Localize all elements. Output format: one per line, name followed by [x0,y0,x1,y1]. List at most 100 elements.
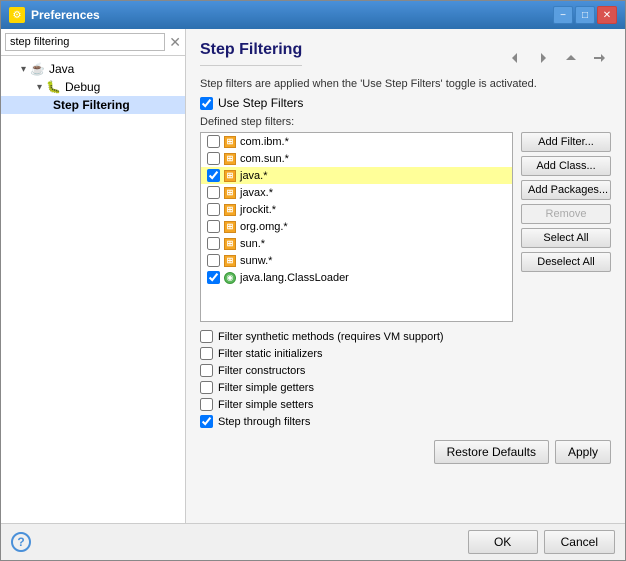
package-icon: ⊞ [224,220,236,233]
use-filters-label: Use Step Filters [218,96,303,110]
sidebar-item-debug[interactable]: ▾ 🐛 Debug [1,78,185,96]
footer: ? OK Cancel [1,523,625,560]
option-label: Filter simple setters [218,399,313,411]
filter-label: sunw.* [240,255,272,267]
panel-title: Step Filtering [200,41,302,66]
option-checkbox[interactable] [200,364,213,377]
help-button[interactable]: ? [11,532,31,552]
deselect-all-button[interactable]: Deselect All [521,252,611,272]
filter-list: ⊞ com.ibm.* ⊞ com.sun.* ⊞ java.* ⊞ javax.* ⊞ jroc… [200,132,513,322]
forward-button[interactable] [531,47,555,69]
maximize-button[interactable]: □ [575,6,595,24]
menu-button[interactable] [587,47,611,69]
filter-checkbox[interactable] [207,237,220,250]
filter-checkbox[interactable] [207,152,220,165]
filter-label: org.omg.* [240,221,288,233]
package-icon: ⊞ [224,237,236,250]
main-panel: Step Filtering Step filters [186,29,625,523]
package-icon: ⊞ [224,186,236,199]
footer-buttons: OK Cancel [468,530,615,554]
option-checkbox[interactable] [200,330,213,343]
filter-item: ⊞ org.omg.* [201,218,512,235]
filter-checkbox[interactable] [207,135,220,148]
filter-checkbox[interactable] [207,220,220,233]
option-label: Filter synthetic methods (requires VM su… [218,331,444,343]
restore-defaults-button[interactable]: Restore Defaults [434,440,549,464]
filter-checkbox[interactable] [207,203,220,216]
up-button[interactable] [559,47,583,69]
sidebar-item-java[interactable]: ▾ ☕ Java [1,60,185,78]
filter-label: java.lang.ClassLoader [240,272,349,284]
folder-icon: ☕ [30,62,45,76]
filter-item: ⊞ sunw.* [201,252,512,269]
sidebar-item-label: Step Filtering [53,98,130,112]
sidebar-item-label: Java [49,62,74,76]
expand-arrow: ▾ [21,64,26,75]
content-area: ✕ ▾ ☕ Java ▾ 🐛 Debug Step Filtering [1,29,625,523]
filter-checkbox[interactable] [207,169,220,182]
option-label: Filter constructors [218,365,305,377]
filter-label: javax.* [240,187,273,199]
filter-item: ⊞ com.ibm.* [201,133,512,150]
title-bar: ⚙ Preferences − □ ✕ [1,1,625,29]
option-checkbox[interactable] [200,398,213,411]
option-checkbox[interactable] [200,347,213,360]
option-checkbox[interactable] [200,381,213,394]
filter-label: jrockit.* [240,204,276,216]
search-clear-icon[interactable]: ✕ [169,35,181,49]
option-row: Filter static initializers [200,347,611,360]
filter-label: sun.* [240,238,265,250]
add-filter-button[interactable]: Add Filter... [521,132,611,152]
filter-item: ⊞ java.* [201,167,512,184]
filter-item: ⊞ javax.* [201,184,512,201]
add-class-button[interactable]: Add Class... [521,156,611,176]
ok-button[interactable]: OK [468,530,538,554]
options-area: Filter synthetic methods (requires VM su… [200,330,611,428]
search-box: ✕ [1,29,185,56]
select-all-button[interactable]: Select All [521,228,611,248]
package-icon: ⊞ [224,169,236,182]
window-icon: ⚙ [9,7,25,23]
package-icon: ⊞ [224,152,236,165]
option-label: Step through filters [218,416,310,428]
use-filters-checkbox[interactable] [200,97,213,110]
option-label: Filter static initializers [218,348,323,360]
window-title: Preferences [31,8,100,22]
filter-item: ◉ java.lang.ClassLoader [201,269,512,286]
option-row: Filter constructors [200,364,611,377]
tree-area: ▾ ☕ Java ▾ 🐛 Debug Step Filtering [1,56,185,523]
filter-label: com.ibm.* [240,136,289,148]
option-row: Filter synthetic methods (requires VM su… [200,330,611,343]
expand-arrow: ▾ [37,82,42,93]
package-icon: ⊞ [224,135,236,148]
class-icon: ◉ [224,271,236,284]
cancel-button[interactable]: Cancel [544,530,615,554]
close-button[interactable]: ✕ [597,6,617,24]
filter-checkbox[interactable] [207,186,220,199]
minimize-button[interactable]: − [553,6,573,24]
title-bar-left: ⚙ Preferences [9,7,100,23]
option-row: Filter simple getters [200,381,611,394]
add-packages-button[interactable]: Add Packages... [521,180,611,200]
sidebar-item-label: Debug [65,80,100,94]
defined-label: Defined step filters: [200,116,611,128]
filter-label: com.sun.* [240,153,289,165]
apply-button[interactable]: Apply [555,440,611,464]
back-button[interactable] [503,47,527,69]
preferences-window: ⚙ Preferences − □ ✕ ✕ ▾ ☕ Java ▾ [0,0,626,561]
option-checkbox[interactable] [200,415,213,428]
filter-checkbox[interactable] [207,254,220,267]
description-text: Step filters are applied when the 'Use S… [200,78,611,90]
option-row: Filter simple setters [200,398,611,411]
filter-buttons: Add Filter... Add Class... Add Packages.… [521,132,611,322]
remove-button[interactable]: Remove [521,204,611,224]
package-icon: ⊞ [224,254,236,267]
search-input[interactable] [5,33,165,51]
window-controls: − □ ✕ [553,6,617,24]
filters-area: ⊞ com.ibm.* ⊞ com.sun.* ⊞ java.* ⊞ javax.* ⊞ jroc… [200,132,611,322]
sidebar-item-step-filtering[interactable]: Step Filtering [1,96,185,114]
filter-label: java.* [240,170,268,182]
package-icon: ⊞ [224,203,236,216]
folder-icon: 🐛 [46,80,61,94]
filter-checkbox[interactable] [207,271,220,284]
